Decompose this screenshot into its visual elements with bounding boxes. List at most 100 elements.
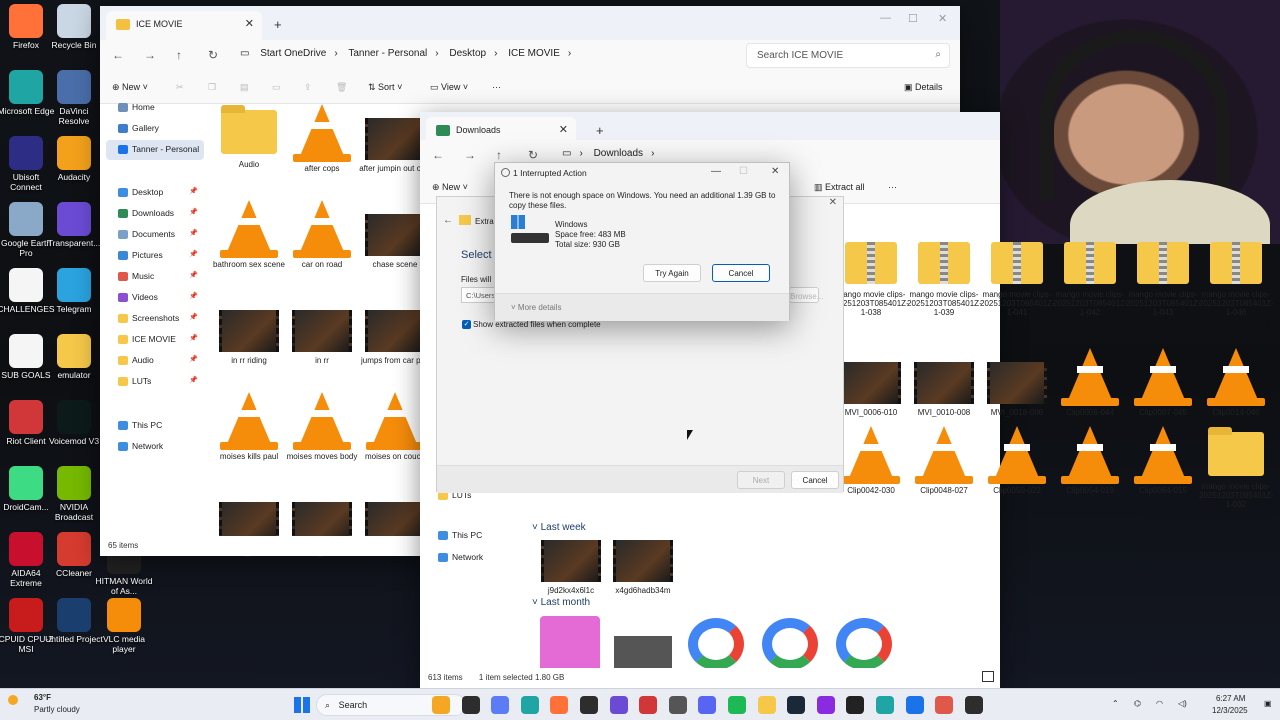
new-button[interactable]: ⊕ New ˅ [432, 182, 468, 193]
pin-icon[interactable]: 📌 [189, 292, 198, 300]
try-again-button[interactable]: Try Again [643, 264, 701, 282]
back-icon[interactable]: ← [443, 215, 453, 226]
taskbar-app-icon[interactable] [757, 696, 776, 714]
rename-icon[interactable]: ▭ [272, 82, 281, 93]
file-tile[interactable]: car on road [285, 196, 359, 269]
nav-item-desktop[interactable]: Desktop 📌 [106, 183, 204, 203]
google-icon[interactable] [762, 618, 818, 670]
more-details-toggle[interactable]: ˅ More details [511, 303, 561, 312]
breadcrumb-item[interactable]: Tanner - Personal [348, 48, 427, 59]
nav-item-screenshots[interactable]: Screenshots 📌 [106, 309, 204, 329]
sort-button[interactable]: ⇅ Sort ˅ [368, 82, 402, 93]
file-tile[interactable]: after cops [285, 100, 359, 173]
file-tile[interactable]: in rr riding [212, 292, 286, 365]
close-icon[interactable]: ✕ [829, 197, 837, 208]
delete-icon[interactable]: 🗑 [336, 82, 347, 93]
file-tile[interactable]: Clip0014-040 [1199, 344, 1273, 417]
pin-icon[interactable]: 📌 [189, 355, 198, 363]
pin-icon[interactable]: 📌 [189, 334, 198, 342]
share-icon[interactable]: ⇪ [304, 82, 312, 93]
close-window-icon[interactable]: ✕ [938, 12, 947, 25]
file-tile[interactable]: Clip0042-030 [834, 422, 908, 495]
nav-item-videos[interactable]: Videos 📌 [106, 288, 204, 308]
nav-item-gallery[interactable]: Gallery [106, 119, 204, 139]
taskbar-app-icon[interactable] [816, 696, 835, 714]
file-tile[interactable]: MVI_0006-010 [834, 344, 908, 417]
cancel-button[interactable]: Cancel [791, 471, 839, 489]
taskbar-app-icon[interactable] [550, 696, 569, 714]
nav-item-downloads[interactable]: Downloads 📌 [106, 204, 204, 224]
volume-icon[interactable]: ◁) [1178, 699, 1187, 708]
close-tab-icon[interactable]: ✕ [559, 123, 568, 136]
file-tile[interactable]: mango movie clips-20251203T085401Z-1-038 [834, 232, 909, 318]
nav-item-this-pc[interactable]: This PC [426, 526, 526, 546]
breadcrumb-item[interactable]: Desktop [449, 48, 486, 59]
taskbar-app-icon[interactable] [461, 696, 480, 714]
view-toggle-icon[interactable] [982, 671, 994, 682]
paste-icon[interactable]: ▤ [240, 82, 249, 93]
notifications-icon[interactable]: ▣ [1264, 699, 1272, 708]
details-button[interactable]: ▣ Details [904, 82, 943, 93]
video-thumbnail[interactable] [614, 636, 672, 672]
taskbar-app-icon[interactable] [728, 696, 746, 714]
nav-item-this-pc[interactable]: This PC [106, 416, 204, 436]
breadcrumb-item[interactable]: Start OneDrive [260, 48, 326, 59]
close-icon[interactable]: ✕ [771, 166, 779, 177]
google-icon[interactable] [688, 618, 744, 670]
image-thumbnail[interactable] [540, 616, 600, 672]
taskbar-app-icon[interactable] [668, 696, 687, 714]
taskbar-app-icon[interactable] [609, 696, 628, 714]
pin-icon[interactable]: 📌 [189, 208, 198, 216]
taskbar-app-icon[interactable] [846, 696, 865, 714]
desktop-icon-voicemod-v3[interactable]: Voicemod V3 [44, 400, 104, 447]
refresh-icon[interactable]: ↻ [528, 148, 538, 162]
desktop-icon-vlc-media-player[interactable]: VLC media player [94, 598, 154, 655]
breadcrumb-item[interactable]: ICE MOVIE [508, 48, 560, 59]
next-button[interactable]: Next [737, 471, 785, 489]
google-icon[interactable] [836, 618, 892, 670]
taskbar-app-icon[interactable] [787, 696, 806, 714]
extract-all-button[interactable]: ▥ Extract all [814, 182, 865, 193]
new-tab-icon[interactable]: + [274, 17, 282, 32]
desktop-icon-emulator[interactable]: emulator [44, 334, 104, 381]
file-tile[interactable]: Clip0048-027 [907, 422, 981, 495]
file-tile[interactable]: mango movie clips-20251203T085401Z-1-043 [1126, 232, 1201, 318]
nav-item-ice-movie[interactable]: ICE MOVIE 📌 [106, 330, 204, 350]
up-icon[interactable]: ↑ [176, 48, 182, 62]
maximize-icon[interactable]: ☐ [739, 166, 748, 177]
refresh-icon[interactable]: ↻ [208, 48, 218, 62]
file-tile[interactable]: x4gd6hadb34m [606, 540, 680, 595]
taskbar-app-icon[interactable] [905, 696, 924, 714]
file-tile[interactable]: moises kills paul [212, 388, 286, 461]
search-input[interactable]: Search ICE MOVIE ⌕ [746, 43, 950, 68]
new-button[interactable]: ⊕ New ˅ [112, 82, 148, 93]
file-tile[interactable]: mango movie clips-20251203T085401Z-1-042 [1053, 232, 1128, 318]
tab-ice-movie[interactable]: ICE MOVIE ✕ [106, 11, 262, 40]
nav-item-music[interactable]: Music 📌 [106, 267, 204, 287]
desktop-icon-nvidia-broadcast[interactable]: NVIDIA Broadcast [44, 466, 104, 523]
close-tab-icon[interactable]: ✕ [245, 17, 254, 30]
taskbar-app-icon[interactable] [698, 696, 717, 714]
pin-icon[interactable]: 📌 [189, 376, 198, 384]
breadcrumb[interactable]: ▭ Start OneDrive › Tanner - Personal › Des… [240, 48, 579, 59]
minimize-icon[interactable]: — [711, 166, 721, 177]
maximize-icon[interactable]: ☐ [908, 12, 918, 25]
section-header-last-month[interactable]: ˅ Last month [532, 597, 590, 608]
checkbox-checked[interactable]: ✓ [462, 320, 471, 329]
up-icon[interactable]: ↑ [496, 148, 502, 162]
desktop-icon-audacity[interactable]: Audacity [44, 136, 104, 183]
file-tile[interactable]: j9d2kx4x6l1c [534, 540, 608, 595]
taskbar-app-icon[interactable] [964, 696, 983, 714]
taskbar-app-icon[interactable] [639, 696, 658, 714]
file-tile[interactable]: Audio [212, 100, 286, 169]
pin-icon[interactable]: 📌 [189, 313, 198, 321]
more-options-button[interactable]: ··· [888, 182, 897, 192]
minimize-icon[interactable]: — [880, 12, 891, 24]
more-options-button[interactable]: ··· [492, 82, 501, 92]
view-button[interactable]: ▭ View ˅ [430, 82, 468, 93]
new-tab-icon[interactable]: + [596, 123, 604, 138]
desktop-icon-transparent[interactable]: Transparent... [44, 202, 104, 249]
nav-item-network[interactable]: Network [426, 548, 526, 568]
file-tile[interactable]: Clip0007-045 [1126, 344, 1200, 417]
file-tile[interactable]: mango movie clips-20251203T085401Z-1-032 [1199, 422, 1274, 510]
